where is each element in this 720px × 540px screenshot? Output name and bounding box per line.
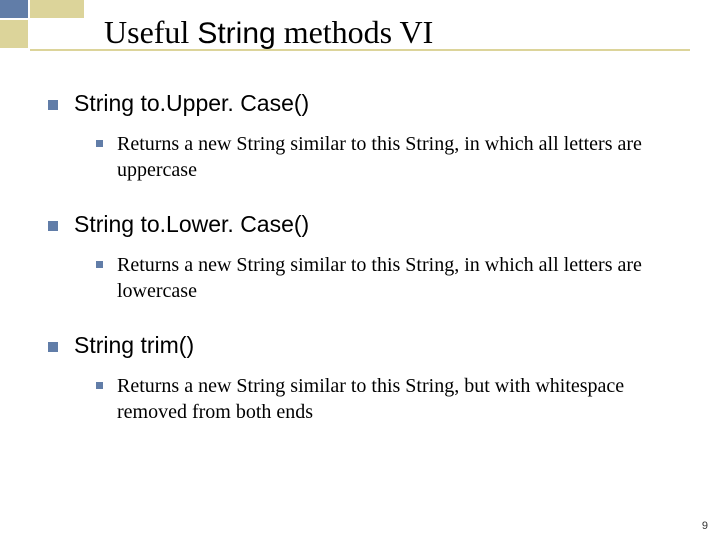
title-code: String [197, 17, 275, 50]
title-pre: Useful [104, 14, 197, 50]
list-item: String to.Upper. Case() Returns a new St… [48, 90, 680, 183]
bullet-icon [96, 140, 103, 147]
list-item: String to.Lower. Case() Returns a new St… [48, 211, 680, 304]
title-post: methods VI [276, 14, 434, 50]
slide-title: Useful String methods VI [104, 14, 433, 51]
method-heading: String to.Lower. Case() [74, 211, 309, 238]
method-description: Returns a new String similar to this Str… [117, 252, 677, 304]
header-accent-blue [0, 0, 28, 18]
bullet-icon [96, 382, 103, 389]
method-heading: String to.Upper. Case() [74, 90, 309, 117]
page-number: 9 [702, 520, 708, 532]
method-description: Returns a new String similar to this Str… [117, 131, 677, 183]
bullet-icon [48, 342, 58, 352]
slide-content: String to.Upper. Case() Returns a new St… [48, 90, 680, 453]
header-accent-gold-top [30, 0, 84, 18]
header-accent-gold-side [0, 20, 28, 48]
method-heading: String trim() [74, 332, 194, 359]
bullet-icon [48, 100, 58, 110]
bullet-icon [96, 261, 103, 268]
list-item: String trim() Returns a new String simil… [48, 332, 680, 425]
method-description: Returns a new String similar to this Str… [117, 373, 677, 425]
bullet-icon [48, 221, 58, 231]
